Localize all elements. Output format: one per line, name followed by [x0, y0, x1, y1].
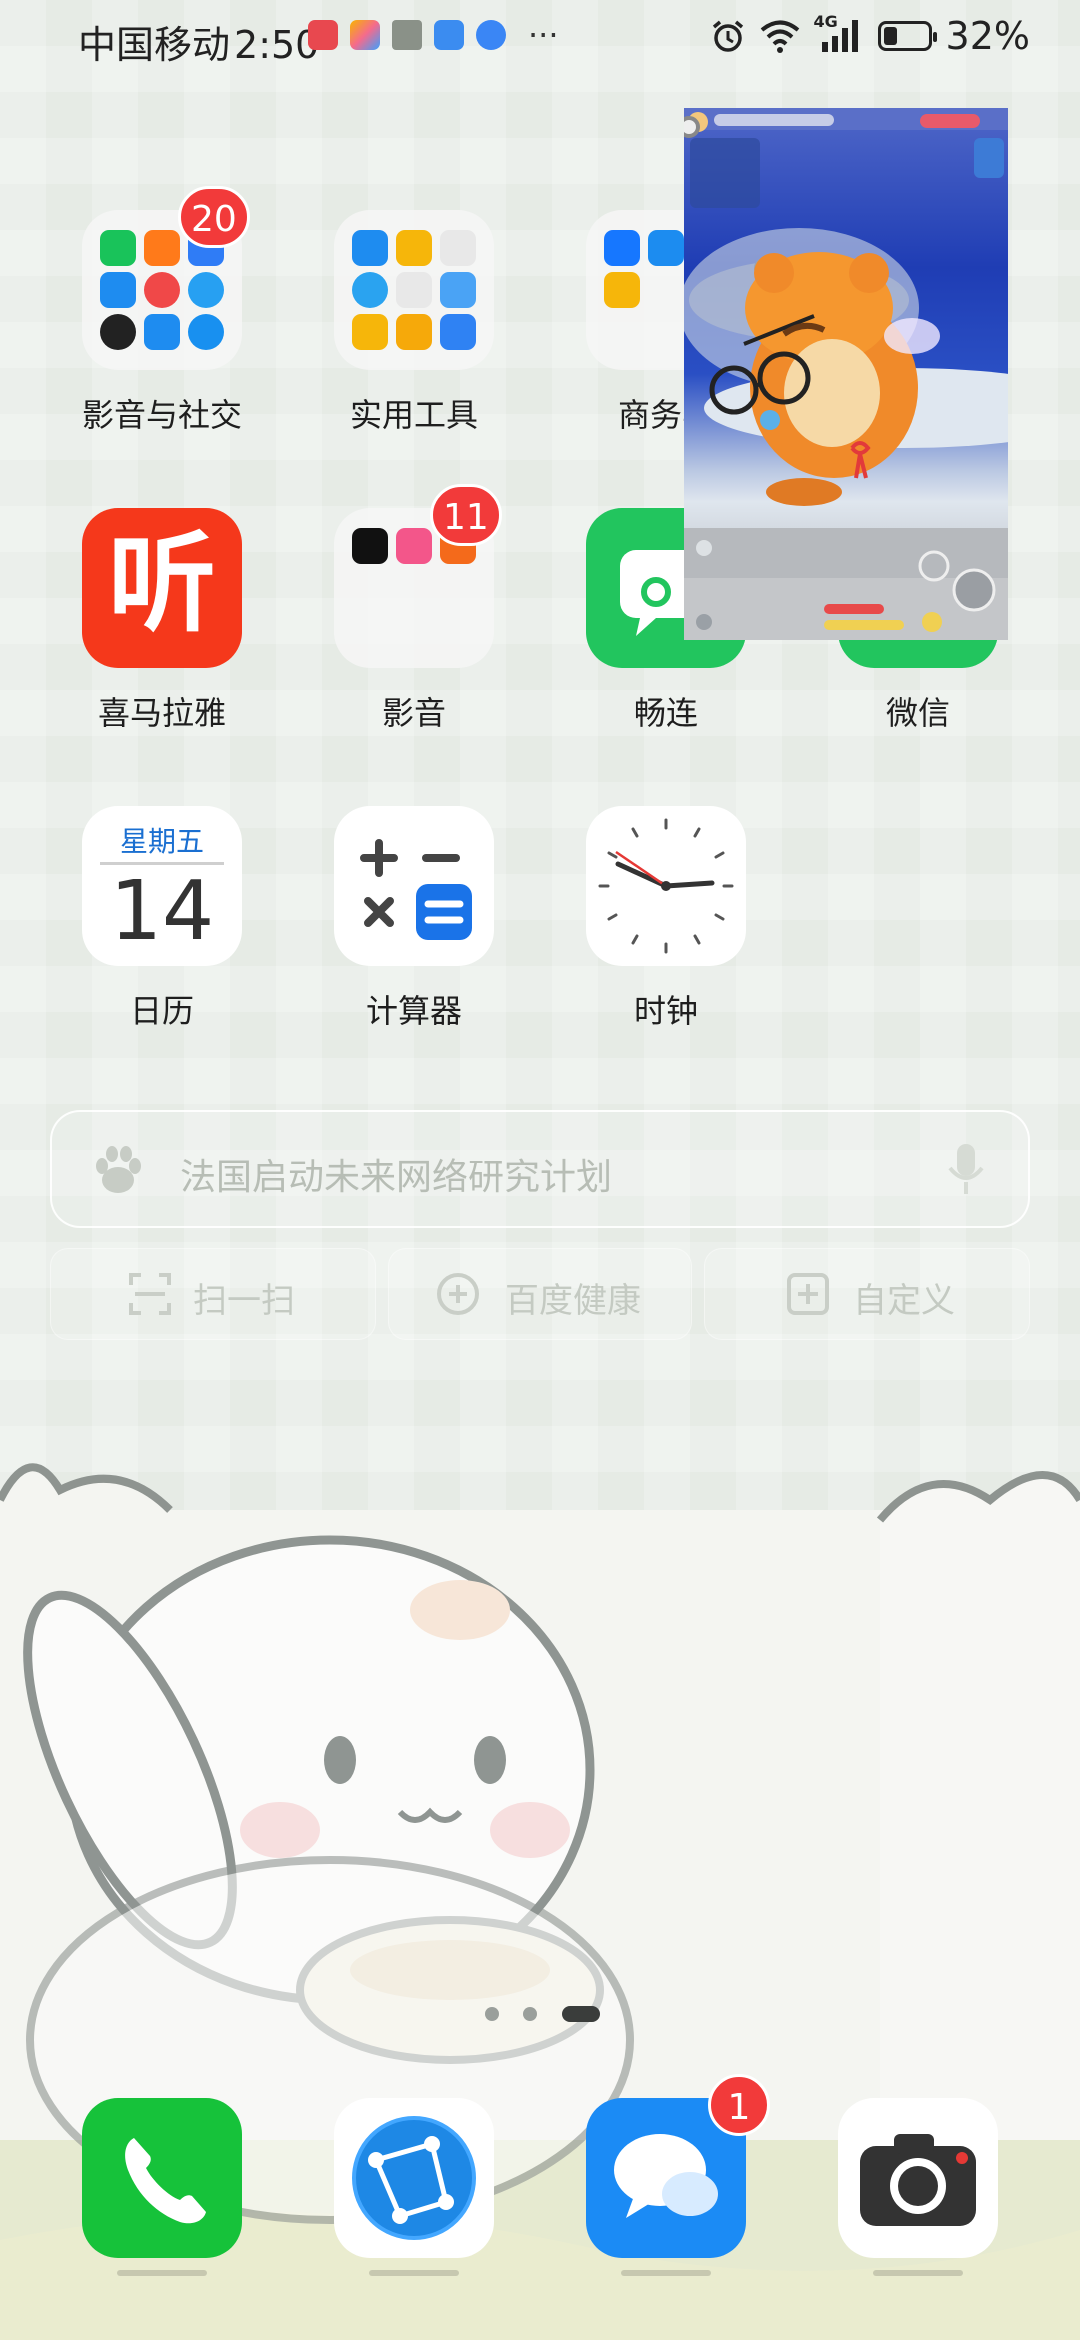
battery-icon: [877, 21, 937, 51]
status-right: 4G 32%: [710, 12, 1030, 58]
alipay-icon: [604, 230, 640, 266]
app-wechat-label: 微信: [885, 694, 950, 732]
page-dot-1: [485, 2007, 499, 2021]
video-tool-icon: [396, 528, 432, 564]
cloud-drive-icon: [352, 230, 388, 266]
cloud-icon: [144, 314, 180, 350]
alarm-icon: [712, 20, 743, 52]
clock-icon: [586, 806, 746, 966]
kugou-icon: [188, 272, 224, 308]
page-dot-2: [523, 2007, 537, 2021]
recorder-icon: [440, 230, 476, 266]
cleaner-app-icon: [392, 20, 422, 50]
files-icon: [396, 230, 432, 266]
dock-browser[interactable]: [334, 2098, 494, 2258]
clone-icon: [440, 272, 476, 308]
contacts-icon: [440, 314, 476, 350]
app-ximalaya[interactable]: 听 喜马拉雅: [62, 508, 262, 734]
page-indicator[interactable]: [0, 2004, 1080, 2024]
iqiyi-icon: [100, 230, 136, 266]
health-icon: [437, 1273, 479, 1315]
notification-icons: ···: [308, 16, 559, 54]
browser-globe-icon: [352, 2116, 476, 2240]
sim-icon: [352, 314, 388, 350]
floating-game-window[interactable]: [684, 108, 1008, 640]
reader-app-icon: [308, 20, 338, 50]
app-clock-label: 时钟: [633, 992, 698, 1030]
folder-media-social-label: 影音与社交: [81, 396, 242, 434]
app-calendar-label: 日历: [129, 992, 194, 1030]
add-icon: [787, 1273, 829, 1315]
quick-action-custom-label: 自定义: [853, 1281, 955, 1321]
quick-action-health-label: 百度健康: [505, 1281, 641, 1321]
status-carrier: 中国移动 2:50: [78, 14, 319, 69]
tool-icon: [396, 272, 432, 308]
more-notifications-icon: ···: [528, 16, 559, 54]
page-dot-current: [562, 2006, 600, 2022]
search-bar[interactable]: 法国启动未来网络研究计划: [50, 1110, 1030, 1228]
status-bar: 中国移动 2:50 ··· 4G 32%: [0, 0, 1080, 80]
quick-action-health[interactable]: 百度健康: [388, 1248, 692, 1340]
dock-browser-shadow: [369, 2270, 459, 2276]
folder-audio-label: 影音: [381, 694, 446, 732]
folder-tools-icon: [334, 210, 494, 370]
dock-phone[interactable]: [82, 2098, 242, 2258]
folder-media-social-badge: 20: [178, 186, 250, 248]
dock-phone-shadow: [117, 2270, 207, 2276]
ximalaya-glyph: 听: [107, 522, 216, 647]
app-clock[interactable]: 时钟: [566, 806, 766, 1032]
dock-camera[interactable]: [838, 2098, 998, 2258]
scan-icon: [129, 1273, 171, 1315]
quick-action-custom[interactable]: 自定义: [704, 1248, 1030, 1340]
folder-audio-badge: 11: [430, 484, 502, 546]
podcast-icon: [144, 272, 180, 308]
screen-app-icon: [100, 272, 136, 308]
folder-tools[interactable]: 实用工具: [314, 210, 514, 436]
ximalaya-icon: 听: [82, 508, 242, 668]
battery-percent: 32%: [945, 14, 1030, 58]
compass-icon: [352, 272, 388, 308]
search-placeholder: 法国启动未来网络研究计划: [180, 1157, 613, 1198]
gallery-app-icon: [350, 20, 380, 50]
quick-action-scan-label: 扫一扫: [193, 1281, 295, 1321]
signal-icon: 4G: [814, 12, 864, 54]
app-calculator-label: 计算器: [365, 992, 462, 1030]
microphone-icon[interactable]: [946, 1142, 986, 1198]
wifi-icon: [760, 20, 799, 53]
app-changlian-label: 畅连: [633, 694, 698, 732]
calendar-day: 14: [109, 864, 215, 959]
carrier-name: 中国移动: [78, 23, 231, 67]
notes-icon: [396, 314, 432, 350]
calendar-weekday: 星期五: [119, 825, 204, 858]
doc-app-icon: [604, 272, 640, 308]
qq-penguin-icon: [100, 314, 136, 350]
send-app-icon: [648, 230, 684, 266]
calendar-icon: 星期五 14: [82, 806, 242, 966]
app-calculator[interactable]: 计算器: [314, 806, 514, 1032]
camera-icon: [860, 2134, 976, 2226]
dock-camera-shadow: [873, 2270, 963, 2276]
dock-messages-badge: 1: [708, 2074, 770, 2136]
cloud-app-icon: [434, 20, 464, 50]
baidu-paw-icon: [96, 1146, 141, 1193]
phone-icon: [125, 2138, 206, 2224]
app-calendar[interactable]: 星期五 14 日历: [62, 806, 262, 1032]
calculator-icon: [334, 806, 494, 966]
dock-messages-shadow: [621, 2270, 711, 2276]
video-player-icon: [144, 230, 180, 266]
status-time: 2:50: [234, 23, 320, 67]
globe-icon: [188, 314, 224, 350]
folder-tools-label: 实用工具: [349, 396, 478, 434]
douyin-icon: [352, 528, 388, 564]
browser-app-icon: [476, 20, 506, 50]
game-scene: [684, 108, 1008, 640]
app-ximalaya-label: 喜马拉雅: [97, 694, 226, 732]
quick-action-scan[interactable]: 扫一扫: [50, 1248, 376, 1340]
